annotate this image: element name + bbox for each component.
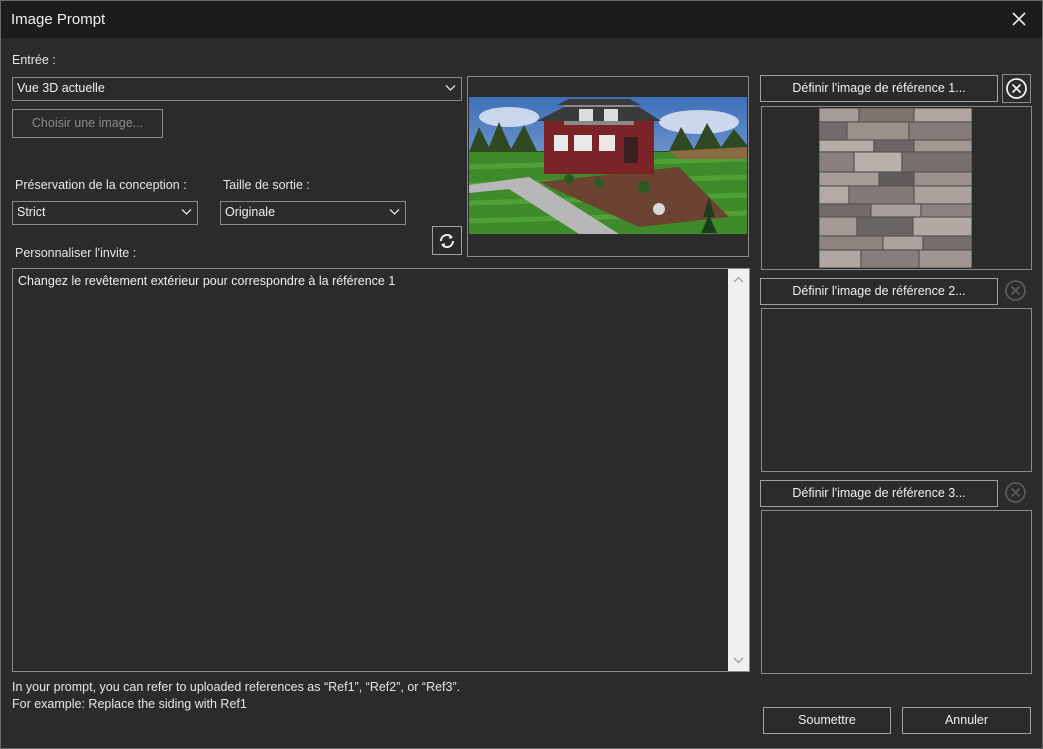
refresh-icon bbox=[439, 233, 455, 249]
prompt-label: Personnaliser l'invite : bbox=[15, 246, 137, 260]
scroll-down-icon[interactable] bbox=[728, 653, 749, 667]
clear-circle-x-icon bbox=[1006, 78, 1027, 99]
set-reference-1-button[interactable]: Définir l'image de référence 1... bbox=[760, 75, 998, 102]
stone-texture-image bbox=[819, 108, 972, 268]
submit-button[interactable]: Soumettre bbox=[763, 707, 891, 734]
clear-circle-x-icon bbox=[1005, 482, 1026, 503]
reference-1-panel bbox=[761, 106, 1032, 270]
title-bar: Image Prompt bbox=[1, 1, 1042, 38]
clear-reference-1-button[interactable] bbox=[1002, 74, 1031, 103]
hint-line-2: For example: Replace the siding with Ref… bbox=[12, 697, 247, 711]
input-source-select[interactable]: Vue 3D actuelle bbox=[12, 77, 462, 101]
output-size-label: Taille de sortie : bbox=[223, 178, 310, 192]
window-title: Image Prompt bbox=[11, 11, 106, 28]
reference-2-panel bbox=[761, 308, 1032, 472]
output-size-select[interactable]: Originale bbox=[220, 201, 406, 225]
input-source-value: Vue 3D actuelle bbox=[17, 81, 105, 95]
chevron-down-icon bbox=[445, 85, 456, 91]
preservation-select[interactable]: Strict bbox=[12, 201, 198, 225]
prompt-textarea[interactable]: Changez le revêtement extérieur pour cor… bbox=[12, 268, 750, 672]
cancel-button[interactable]: Annuler bbox=[902, 707, 1031, 734]
close-icon[interactable] bbox=[1010, 10, 1028, 28]
prompt-scrollbar[interactable] bbox=[728, 269, 749, 671]
preview-panel bbox=[467, 76, 749, 257]
preservation-value: Strict bbox=[17, 205, 46, 219]
refresh-button[interactable] bbox=[432, 226, 462, 255]
preservation-label: Préservation de la conception : bbox=[15, 178, 187, 192]
scroll-up-icon[interactable] bbox=[728, 273, 749, 287]
house-preview-image bbox=[469, 97, 747, 234]
clear-reference-2-button[interactable] bbox=[1002, 277, 1031, 306]
clear-reference-3-button[interactable] bbox=[1002, 479, 1031, 508]
hint-line-1: In your prompt, you can refer to uploade… bbox=[12, 680, 461, 694]
chevron-down-icon bbox=[181, 209, 192, 215]
set-reference-3-button[interactable]: Définir l'image de référence 3... bbox=[760, 480, 998, 507]
set-reference-2-button[interactable]: Définir l'image de référence 2... bbox=[760, 278, 998, 305]
clear-circle-x-icon bbox=[1005, 280, 1026, 301]
chevron-down-icon bbox=[389, 209, 400, 215]
prompt-text: Changez le revêtement extérieur pour cor… bbox=[18, 274, 396, 288]
choose-image-button[interactable]: Choisir une image... bbox=[12, 109, 163, 138]
output-size-value: Originale bbox=[225, 205, 276, 219]
reference-3-panel bbox=[761, 510, 1032, 674]
input-label: Entrée : bbox=[12, 53, 56, 67]
